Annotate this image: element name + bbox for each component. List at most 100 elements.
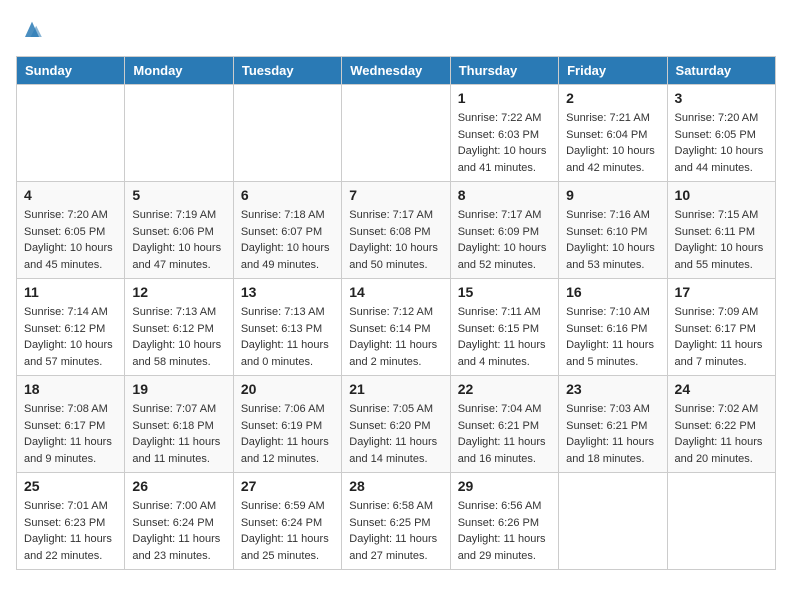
cell-day-number: 13 <box>241 284 334 300</box>
cell-day-number: 6 <box>241 187 334 203</box>
calendar-cell: 25 Sunrise: 7:01 AM Sunset: 6:23 PM Dayli… <box>17 473 125 570</box>
calendar-cell: 22 Sunrise: 7:04 AM Sunset: 6:21 PM Dayli… <box>450 376 558 473</box>
calendar-cell: 16 Sunrise: 7:10 AM Sunset: 6:16 PM Dayli… <box>559 279 667 376</box>
cell-day-number: 24 <box>675 381 768 397</box>
calendar-cell: 3 Sunrise: 7:20 AM Sunset: 6:05 PM Daylig… <box>667 85 775 182</box>
calendar-cell: 17 Sunrise: 7:09 AM Sunset: 6:17 PM Dayli… <box>667 279 775 376</box>
cell-info-text: Sunrise: 7:17 AM Sunset: 6:08 PM Dayligh… <box>349 207 442 273</box>
cell-day-number: 12 <box>132 284 225 300</box>
weekday-header-thursday: Thursday <box>450 57 558 85</box>
cell-info-text: Sunrise: 7:13 AM Sunset: 6:12 PM Dayligh… <box>132 304 225 370</box>
cell-info-text: Sunrise: 7:07 AM Sunset: 6:18 PM Dayligh… <box>132 401 225 467</box>
cell-info-text: Sunrise: 7:22 AM Sunset: 6:03 PM Dayligh… <box>458 110 551 176</box>
calendar-cell: 29 Sunrise: 6:56 AM Sunset: 6:26 PM Dayli… <box>450 473 558 570</box>
calendar-cell: 28 Sunrise: 6:58 AM Sunset: 6:25 PM Dayli… <box>342 473 450 570</box>
cell-info-text: Sunrise: 7:20 AM Sunset: 6:05 PM Dayligh… <box>675 110 768 176</box>
cell-info-text: Sunrise: 6:56 AM Sunset: 6:26 PM Dayligh… <box>458 498 551 564</box>
calendar-cell: 11 Sunrise: 7:14 AM Sunset: 6:12 PM Dayli… <box>17 279 125 376</box>
cell-info-text: Sunrise: 7:10 AM Sunset: 6:16 PM Dayligh… <box>566 304 659 370</box>
calendar-week-row: 25 Sunrise: 7:01 AM Sunset: 6:23 PM Dayli… <box>17 473 776 570</box>
weekday-header-row: SundayMondayTuesdayWednesdayThursdayFrid… <box>17 57 776 85</box>
cell-day-number: 27 <box>241 478 334 494</box>
cell-day-number: 19 <box>132 381 225 397</box>
weekday-header-sunday: Sunday <box>17 57 125 85</box>
weekday-header-wednesday: Wednesday <box>342 57 450 85</box>
cell-info-text: Sunrise: 6:58 AM Sunset: 6:25 PM Dayligh… <box>349 498 442 564</box>
calendar-cell <box>342 85 450 182</box>
calendar-cell: 6 Sunrise: 7:18 AM Sunset: 6:07 PM Daylig… <box>233 182 341 279</box>
cell-day-number: 14 <box>349 284 442 300</box>
calendar-cell: 21 Sunrise: 7:05 AM Sunset: 6:20 PM Dayli… <box>342 376 450 473</box>
cell-info-text: Sunrise: 7:18 AM Sunset: 6:07 PM Dayligh… <box>241 207 334 273</box>
cell-info-text: Sunrise: 7:19 AM Sunset: 6:06 PM Dayligh… <box>132 207 225 273</box>
cell-info-text: Sunrise: 7:08 AM Sunset: 6:17 PM Dayligh… <box>24 401 117 467</box>
cell-info-text: Sunrise: 6:59 AM Sunset: 6:24 PM Dayligh… <box>241 498 334 564</box>
cell-info-text: Sunrise: 7:02 AM Sunset: 6:22 PM Dayligh… <box>675 401 768 467</box>
calendar-cell: 5 Sunrise: 7:19 AM Sunset: 6:06 PM Daylig… <box>125 182 233 279</box>
cell-info-text: Sunrise: 7:01 AM Sunset: 6:23 PM Dayligh… <box>24 498 117 564</box>
page-header <box>16 16 776 44</box>
calendar-cell: 10 Sunrise: 7:15 AM Sunset: 6:11 PM Dayli… <box>667 182 775 279</box>
cell-info-text: Sunrise: 7:05 AM Sunset: 6:20 PM Dayligh… <box>349 401 442 467</box>
calendar-cell <box>233 85 341 182</box>
cell-day-number: 5 <box>132 187 225 203</box>
calendar-cell <box>125 85 233 182</box>
cell-info-text: Sunrise: 7:12 AM Sunset: 6:14 PM Dayligh… <box>349 304 442 370</box>
cell-day-number: 25 <box>24 478 117 494</box>
calendar-table: SundayMondayTuesdayWednesdayThursdayFrid… <box>16 56 776 570</box>
calendar-cell <box>667 473 775 570</box>
cell-day-number: 17 <box>675 284 768 300</box>
cell-day-number: 23 <box>566 381 659 397</box>
cell-info-text: Sunrise: 7:21 AM Sunset: 6:04 PM Dayligh… <box>566 110 659 176</box>
logo <box>16 16 46 44</box>
cell-info-text: Sunrise: 7:15 AM Sunset: 6:11 PM Dayligh… <box>675 207 768 273</box>
cell-day-number: 7 <box>349 187 442 203</box>
cell-day-number: 9 <box>566 187 659 203</box>
cell-day-number: 11 <box>24 284 117 300</box>
calendar-cell: 23 Sunrise: 7:03 AM Sunset: 6:21 PM Dayli… <box>559 376 667 473</box>
cell-day-number: 10 <box>675 187 768 203</box>
cell-day-number: 16 <box>566 284 659 300</box>
cell-day-number: 20 <box>241 381 334 397</box>
cell-day-number: 3 <box>675 90 768 106</box>
calendar-week-row: 11 Sunrise: 7:14 AM Sunset: 6:12 PM Dayli… <box>17 279 776 376</box>
cell-day-number: 4 <box>24 187 117 203</box>
calendar-cell <box>17 85 125 182</box>
calendar-week-row: 18Sunrise: 7:08 AM Sunset: 6:17 PM Dayli… <box>17 376 776 473</box>
cell-info-text: Sunrise: 7:20 AM Sunset: 6:05 PM Dayligh… <box>24 207 117 273</box>
cell-day-number: 26 <box>132 478 225 494</box>
calendar-cell: 2 Sunrise: 7:21 AM Sunset: 6:04 PM Daylig… <box>559 85 667 182</box>
weekday-header-monday: Monday <box>125 57 233 85</box>
calendar-cell: 1 Sunrise: 7:22 AM Sunset: 6:03 PM Daylig… <box>450 85 558 182</box>
weekday-header-tuesday: Tuesday <box>233 57 341 85</box>
calendar-cell: 24 Sunrise: 7:02 AM Sunset: 6:22 PM Dayli… <box>667 376 775 473</box>
cell-info-text: Sunrise: 7:11 AM Sunset: 6:15 PM Dayligh… <box>458 304 551 370</box>
calendar-cell: 9 Sunrise: 7:16 AM Sunset: 6:10 PM Daylig… <box>559 182 667 279</box>
calendar-cell: 15 Sunrise: 7:11 AM Sunset: 6:15 PM Dayli… <box>450 279 558 376</box>
cell-day-number: 1 <box>458 90 551 106</box>
cell-day-number: 29 <box>458 478 551 494</box>
cell-day-number: 8 <box>458 187 551 203</box>
cell-day-number: 28 <box>349 478 442 494</box>
cell-info-text: Sunrise: 7:13 AM Sunset: 6:13 PM Dayligh… <box>241 304 334 370</box>
cell-info-text: Sunrise: 7:16 AM Sunset: 6:10 PM Dayligh… <box>566 207 659 273</box>
cell-day-number: 15 <box>458 284 551 300</box>
calendar-cell: 18Sunrise: 7:08 AM Sunset: 6:17 PM Dayli… <box>17 376 125 473</box>
cell-info-text: Sunrise: 7:04 AM Sunset: 6:21 PM Dayligh… <box>458 401 551 467</box>
cell-info-text: Sunrise: 7:14 AM Sunset: 6:12 PM Dayligh… <box>24 304 117 370</box>
cell-info-text: Sunrise: 7:09 AM Sunset: 6:17 PM Dayligh… <box>675 304 768 370</box>
calendar-cell: 12 Sunrise: 7:13 AM Sunset: 6:12 PM Dayli… <box>125 279 233 376</box>
cell-day-number: 2 <box>566 90 659 106</box>
calendar-cell: 27 Sunrise: 6:59 AM Sunset: 6:24 PM Dayli… <box>233 473 341 570</box>
cell-info-text: Sunrise: 7:03 AM Sunset: 6:21 PM Dayligh… <box>566 401 659 467</box>
cell-info-text: Sunrise: 7:06 AM Sunset: 6:19 PM Dayligh… <box>241 401 334 467</box>
cell-day-number: 21 <box>349 381 442 397</box>
cell-day-number: 22 <box>458 381 551 397</box>
logo-icon <box>18 16 46 44</box>
calendar-cell: 20 Sunrise: 7:06 AM Sunset: 6:19 PM Dayli… <box>233 376 341 473</box>
weekday-header-friday: Friday <box>559 57 667 85</box>
calendar-cell: 7 Sunrise: 7:17 AM Sunset: 6:08 PM Daylig… <box>342 182 450 279</box>
cell-info-text: Sunrise: 7:00 AM Sunset: 6:24 PM Dayligh… <box>132 498 225 564</box>
calendar-cell: 4 Sunrise: 7:20 AM Sunset: 6:05 PM Daylig… <box>17 182 125 279</box>
calendar-cell: 14 Sunrise: 7:12 AM Sunset: 6:14 PM Dayli… <box>342 279 450 376</box>
